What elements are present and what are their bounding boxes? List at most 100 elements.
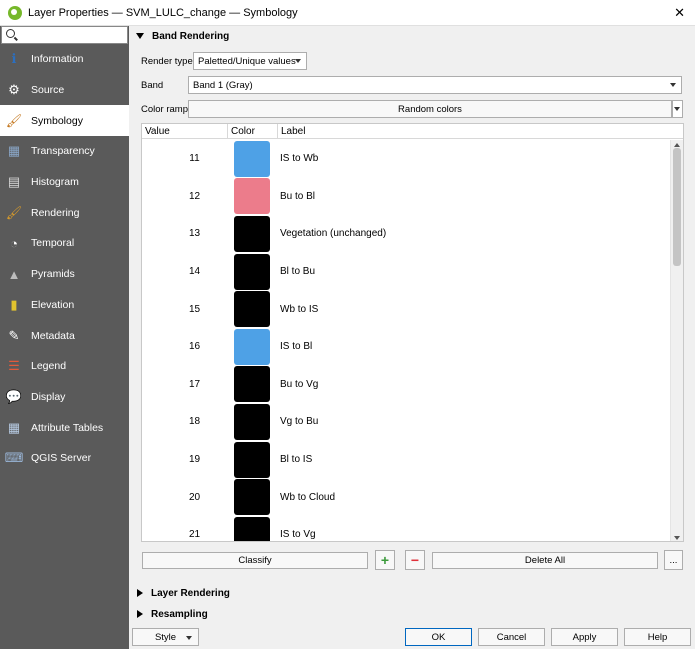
layer-rendering-header[interactable]: Layer Rendering (133, 585, 230, 601)
classify-button[interactable]: Classify (142, 552, 368, 569)
color-ramp-button[interactable]: Random colors (188, 100, 672, 118)
table-row[interactable]: 18 Vg to Bu (142, 403, 670, 441)
sidebar-item-display[interactable]: 💬 Display (0, 382, 129, 413)
color-swatch[interactable] (234, 178, 270, 215)
sidebar-item-label: Elevation (31, 298, 75, 311)
resampling-header[interactable]: Resampling (133, 606, 208, 622)
color-swatch[interactable] (234, 328, 270, 365)
sidebar-item-label: Transparency (31, 145, 95, 158)
sidebar-item-label: Legend (31, 360, 67, 373)
sidebar-item-label: Histogram (31, 176, 79, 189)
sidebar-item-histogram[interactable]: ▤ Histogram (0, 167, 129, 198)
chevron-down-icon (670, 83, 676, 87)
row-label[interactable]: Bu to Vg (280, 379, 318, 390)
sidebar-item-temporal[interactable]: ◔ Temporal (0, 228, 129, 259)
row-value[interactable]: 15 (142, 304, 237, 315)
color-swatch[interactable] (234, 253, 270, 290)
delete-all-button[interactable]: Delete All (432, 552, 658, 569)
sidebar-item-pyramids[interactable]: ▲ Pyramids (0, 259, 129, 290)
rendering-icon: 🖌 (5, 204, 23, 220)
band-rendering-header[interactable]: Band Rendering (133, 28, 229, 44)
color-swatch[interactable] (234, 291, 270, 328)
table-row[interactable]: 21 IS to Vg (142, 516, 670, 541)
sidebar-item-source[interactable]: ⚙ Source (0, 75, 129, 106)
row-value[interactable]: 18 (142, 416, 237, 427)
search-icon (6, 29, 15, 38)
row-label[interactable]: Vg to Bu (280, 416, 318, 427)
row-label[interactable]: Wb to Cloud (280, 492, 335, 503)
display-icon: 💬 (5, 388, 23, 404)
sidebar-item-symbology[interactable]: 🖌 Symbology (0, 105, 129, 137)
row-value[interactable]: 13 (142, 228, 237, 239)
apply-button[interactable]: Apply (551, 628, 618, 646)
ok-button[interactable]: OK (405, 628, 472, 646)
sidebar-item-attribute-tables[interactable]: ▦ Attribute Tables (0, 412, 129, 443)
elevation-icon: ▮ (10, 296, 18, 312)
ellipsis-icon: ... (669, 554, 678, 566)
column-header-color[interactable]: Color (228, 124, 278, 139)
sidebar-item-rendering[interactable]: 🖌 Rendering (0, 197, 129, 228)
apply-label: Apply (572, 631, 597, 643)
sidebar-item-information[interactable]: ℹ Information (0, 44, 129, 75)
row-value[interactable]: 21 (142, 529, 237, 540)
table-row[interactable]: 11 IS to Wb (142, 140, 670, 178)
color-swatch[interactable] (234, 366, 270, 403)
table-row[interactable]: 13 Vegetation (unchanged) (142, 215, 670, 253)
style-menu-button[interactable]: Style (132, 628, 199, 646)
row-label[interactable]: Bl to IS (280, 454, 312, 465)
row-label[interactable]: IS to Bl (280, 341, 312, 352)
remove-symbol-button[interactable]: − (405, 550, 425, 570)
more-options-button[interactable]: ... (664, 550, 683, 570)
cancel-button[interactable]: Cancel (478, 628, 545, 646)
row-label[interactable]: Wb to IS (280, 304, 318, 315)
symbology-icon: 🖌 (5, 112, 23, 128)
sidebar-item-transparency[interactable]: ▦ Transparency (0, 136, 129, 167)
sidebar-item-qgis-server[interactable]: ⌨ QGIS Server (0, 443, 129, 474)
color-swatch[interactable] (234, 441, 270, 478)
search-input[interactable] (1, 26, 128, 44)
color-swatch[interactable] (234, 215, 270, 252)
sidebar-item-label: Pyramids (31, 268, 75, 281)
color-swatch[interactable] (234, 403, 270, 440)
table-row[interactable]: 20 Wb to Cloud (142, 478, 670, 516)
table-row[interactable]: 15 Wb to IS (142, 290, 670, 328)
band-select[interactable]: Band 1 (Gray) (188, 76, 682, 94)
scroll-up-icon[interactable] (674, 143, 680, 147)
row-label[interactable]: Vegetation (unchanged) (280, 228, 386, 239)
table-row[interactable]: 12 Bu to Bl (142, 178, 670, 216)
row-value[interactable]: 16 (142, 341, 237, 352)
color-swatch[interactable] (234, 479, 270, 516)
row-label[interactable]: IS to Wb (280, 153, 318, 164)
add-symbol-button[interactable]: + (375, 550, 395, 570)
table-row[interactable]: 16 IS to Bl (142, 328, 670, 366)
row-value[interactable]: 19 (142, 454, 237, 465)
sidebar-item-elevation[interactable]: ▮ Elevation (0, 290, 129, 321)
scroll-down-icon[interactable] (674, 536, 680, 540)
sidebar-item-legend[interactable]: ☰ Legend (0, 351, 129, 382)
help-button[interactable]: Help (624, 628, 691, 646)
sidebar-item-metadata[interactable]: ✎ Metadata (0, 320, 129, 351)
row-value[interactable]: 11 (142, 153, 237, 164)
close-icon[interactable]: ✕ (674, 5, 685, 21)
table-row[interactable]: 14 Bl to Bu (142, 253, 670, 291)
column-header-label[interactable]: Label (278, 124, 683, 139)
column-header-value[interactable]: Value (142, 124, 228, 139)
vertical-scrollbar[interactable] (670, 140, 683, 541)
row-value[interactable]: 12 (142, 191, 237, 202)
metadata-icon: ✎ (8, 327, 20, 343)
color-ramp-dropdown[interactable] (672, 100, 683, 118)
row-value[interactable]: 14 (142, 266, 237, 277)
table-row[interactable]: 17 Bu to Vg (142, 366, 670, 404)
row-label[interactable]: Bu to Bl (280, 191, 315, 202)
render-type-select[interactable]: Paletted/Unique values (193, 52, 307, 70)
row-label[interactable]: IS to Vg (280, 529, 316, 540)
scrollbar-thumb[interactable] (673, 148, 681, 266)
row-value[interactable]: 17 (142, 379, 237, 390)
color-swatch[interactable] (234, 516, 270, 541)
resampling-title: Resampling (151, 608, 208, 620)
color-swatch[interactable] (234, 140, 270, 177)
sidebar-item-label: Symbology (31, 114, 83, 127)
row-value[interactable]: 20 (142, 492, 237, 503)
table-row[interactable]: 19 Bl to IS (142, 441, 670, 479)
row-label[interactable]: Bl to Bu (280, 266, 315, 277)
